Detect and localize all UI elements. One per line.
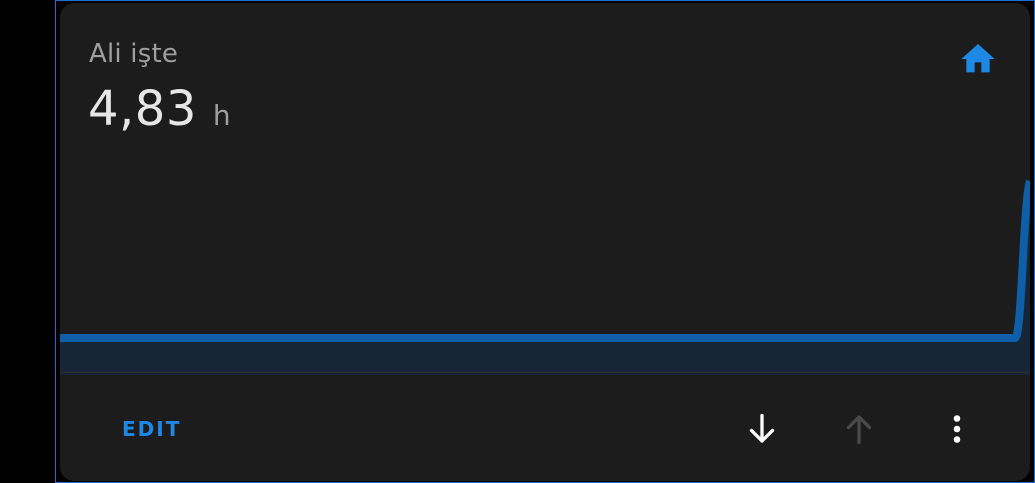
- value-number: 4,83: [88, 81, 197, 137]
- card-divider: [60, 372, 1030, 373]
- value-unit: h: [212, 99, 231, 132]
- home-icon: [961, 44, 995, 73]
- card-selection-frame: Ali işte 4,83 h EDIT: [55, 0, 1035, 483]
- more-vertical-icon: [953, 415, 961, 443]
- graph-fill: [60, 181, 1030, 375]
- sensor-card[interactable]: Ali işte 4,83 h EDIT: [60, 3, 1030, 481]
- arrow-down-icon: [749, 413, 775, 443]
- card-value: 4,83 h: [88, 81, 231, 137]
- graph-line: [60, 179, 1030, 342]
- arrow-up-icon: [846, 415, 872, 445]
- card-title: Ali işte: [89, 39, 179, 69]
- move-down-button[interactable]: [736, 403, 788, 455]
- more-menu-button[interactable]: [931, 403, 983, 455]
- move-up-button[interactable]: [833, 403, 885, 455]
- edit-button[interactable]: EDIT: [102, 401, 201, 457]
- history-graph: [60, 179, 1030, 375]
